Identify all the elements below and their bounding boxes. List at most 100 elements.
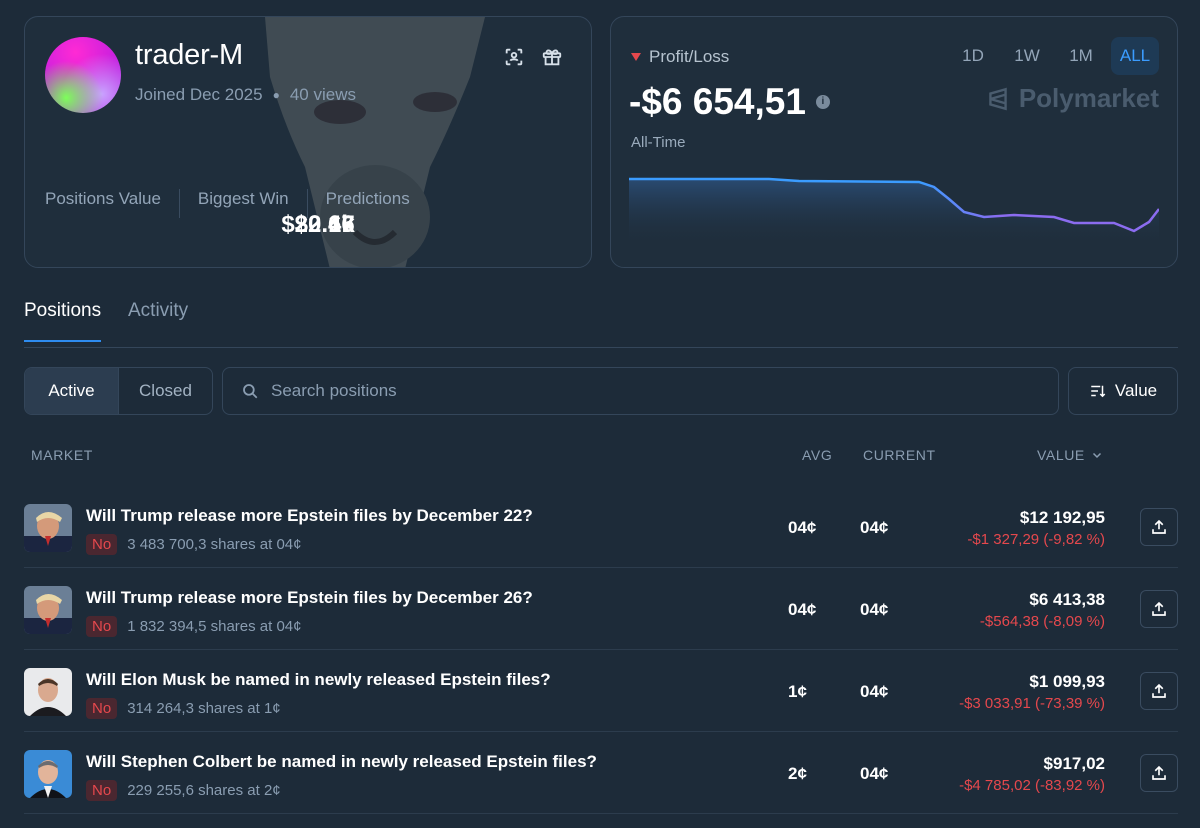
- market-title[interactable]: Will Elon Musk be named in newly release…: [86, 670, 551, 690]
- table-row[interactable]: Will Stephen Colbert be named in newly r…: [24, 732, 1178, 814]
- stat-label: Positions Value: [45, 189, 161, 208]
- status-filter: Active Closed: [24, 367, 213, 415]
- market-thumbnail: [24, 750, 72, 798]
- joined-date: Joined Dec 2025: [135, 85, 263, 104]
- share-button[interactable]: [1140, 672, 1178, 710]
- stat-label: Predictions: [325, 189, 410, 208]
- position-details: No 3 483 700,3 shares at 04¢: [86, 534, 302, 555]
- position-details: No 314 264,3 shares at 1¢: [86, 698, 281, 719]
- brand-logo: Polymarket: [985, 83, 1159, 114]
- section-tabs: Positions Activity: [24, 300, 1178, 348]
- value-pnl: -$3 033,91 (-73,39 %): [959, 695, 1105, 712]
- outcome-badge: No: [86, 780, 118, 801]
- polymarket-logo-icon: [989, 87, 1007, 110]
- market-title[interactable]: Will Stephen Colbert be named in newly r…: [86, 752, 597, 772]
- filter-active-button[interactable]: Active: [25, 368, 119, 414]
- separator-dot: ●: [272, 88, 280, 102]
- search-icon: [243, 384, 258, 399]
- value-pnl: -$4 785,02 (-83,92 %): [959, 777, 1105, 794]
- down-triangle-icon: [631, 53, 641, 61]
- tab-activity[interactable]: Activity: [128, 300, 188, 340]
- value-amount: $6 413,38: [1029, 590, 1105, 609]
- avg-price: 2¢: [788, 764, 807, 783]
- profile-banner-image: [265, 17, 485, 267]
- brand-name: Polymarket: [1018, 83, 1159, 113]
- column-header-market: MARKET: [31, 447, 93, 463]
- stat-label: Biggest Win: [197, 189, 289, 208]
- profile-card: trader-M Joined Dec 2025 ● 40 views Posi…: [24, 16, 592, 268]
- pnl-period-label: All-Time: [631, 134, 686, 151]
- pnl-label-text: Profit/Loss: [649, 47, 730, 66]
- gift-icon[interactable]: [541, 46, 563, 68]
- share-icon: [1152, 683, 1166, 698]
- value-pnl: -$564,38 (-8,09 %): [979, 613, 1105, 630]
- current-price: 04¢: [860, 518, 889, 537]
- shares-text: 229 255,6 shares at 2¢: [127, 782, 281, 799]
- range-all[interactable]: ALL: [1111, 37, 1159, 75]
- outcome-badge: No: [86, 534, 118, 555]
- range-1m[interactable]: 1M: [1057, 37, 1105, 75]
- share-button[interactable]: [1140, 754, 1178, 792]
- pnl-label: Profit/Loss: [631, 47, 729, 67]
- shares-text: 3 483 700,3 shares at 04¢: [127, 536, 302, 553]
- stat-value: 16: [328, 211, 355, 238]
- value-amount: $917,02: [1043, 754, 1105, 773]
- scan-icon[interactable]: [503, 46, 525, 68]
- search-input[interactable]: [271, 381, 971, 401]
- outcome-badge: No: [86, 698, 118, 719]
- info-icon[interactable]: i: [815, 95, 830, 109]
- table-row[interactable]: Will Trump release more Epstein files by…: [24, 568, 1178, 650]
- column-header-value-label: VALUE: [1037, 447, 1085, 463]
- username: trader-M: [135, 39, 243, 71]
- table-row[interactable]: Will Elon Musk be named in newly release…: [24, 650, 1178, 732]
- profile-meta: Joined Dec 2025 ● 40 views: [135, 85, 356, 105]
- sort-label: Value: [1114, 381, 1158, 400]
- avg-price: 04¢: [788, 600, 817, 619]
- market-title[interactable]: Will Trump release more Epstein files by…: [86, 588, 533, 608]
- view-count: 40 views: [289, 85, 356, 104]
- avg-price: 1¢: [788, 682, 807, 701]
- range-1d[interactable]: 1D: [949, 37, 997, 75]
- current-price: 04¢: [860, 600, 889, 619]
- shares-text: 1 832 394,5 shares at 04¢: [127, 618, 302, 635]
- share-icon: [1152, 519, 1166, 534]
- chevron-down-icon: [1092, 452, 1101, 459]
- pnl-value: -$6 654,51 i: [629, 81, 830, 123]
- avg-price: 04¢: [788, 518, 817, 537]
- column-header-avg[interactable]: AVG: [802, 447, 832, 463]
- position-value: $12 192,95 -$1 327,29 (-9,82 %): [967, 508, 1105, 548]
- pnl-chart-area: [629, 179, 1159, 247]
- share-button[interactable]: [1140, 508, 1178, 546]
- market-title[interactable]: Will Trump release more Epstein files by…: [86, 506, 533, 526]
- share-button[interactable]: [1140, 590, 1178, 628]
- position-details: No 229 255,6 shares at 2¢: [86, 780, 281, 801]
- position-value: $917,02 -$4 785,02 (-83,92 %): [959, 754, 1105, 794]
- market-thumbnail: [24, 586, 72, 634]
- current-price: 04¢: [860, 682, 889, 701]
- sort-button[interactable]: Value: [1068, 367, 1178, 415]
- share-icon: [1152, 765, 1166, 780]
- table-row[interactable]: Will Trump release more Epstein files by…: [24, 486, 1178, 568]
- current-price: 04¢: [860, 764, 889, 783]
- pnl-card: Profit/Loss -$6 654,51 i All-Time 1D 1W …: [610, 16, 1178, 268]
- range-1w[interactable]: 1W: [1003, 37, 1051, 75]
- avatar: [45, 37, 121, 113]
- market-thumbnail: [24, 668, 72, 716]
- column-header-current[interactable]: CURRENT: [863, 447, 936, 463]
- shares-text: 314 264,3 shares at 1¢: [127, 700, 281, 717]
- column-header-value[interactable]: VALUE: [1037, 447, 1103, 463]
- pnl-chart: [629, 177, 1159, 247]
- filter-closed-button[interactable]: Closed: [119, 368, 212, 414]
- share-icon: [1152, 601, 1166, 616]
- range-selector: 1D 1W 1M ALL: [949, 37, 1159, 75]
- outcome-badge: No: [86, 616, 118, 637]
- sort-icon: [1091, 385, 1106, 398]
- value-amount: $12 192,95: [1019, 508, 1105, 527]
- pnl-amount: -$6 654,51: [629, 81, 806, 122]
- value-amount: $1 099,93: [1029, 672, 1105, 691]
- position-value: $6 413,38 -$564,38 (-8,09 %): [980, 590, 1105, 630]
- position-value: $1 099,93 -$3 033,91 (-73,39 %): [959, 672, 1105, 712]
- tab-positions[interactable]: Positions: [24, 300, 102, 342]
- market-thumbnail: [24, 504, 72, 552]
- search-box: [222, 367, 1059, 415]
